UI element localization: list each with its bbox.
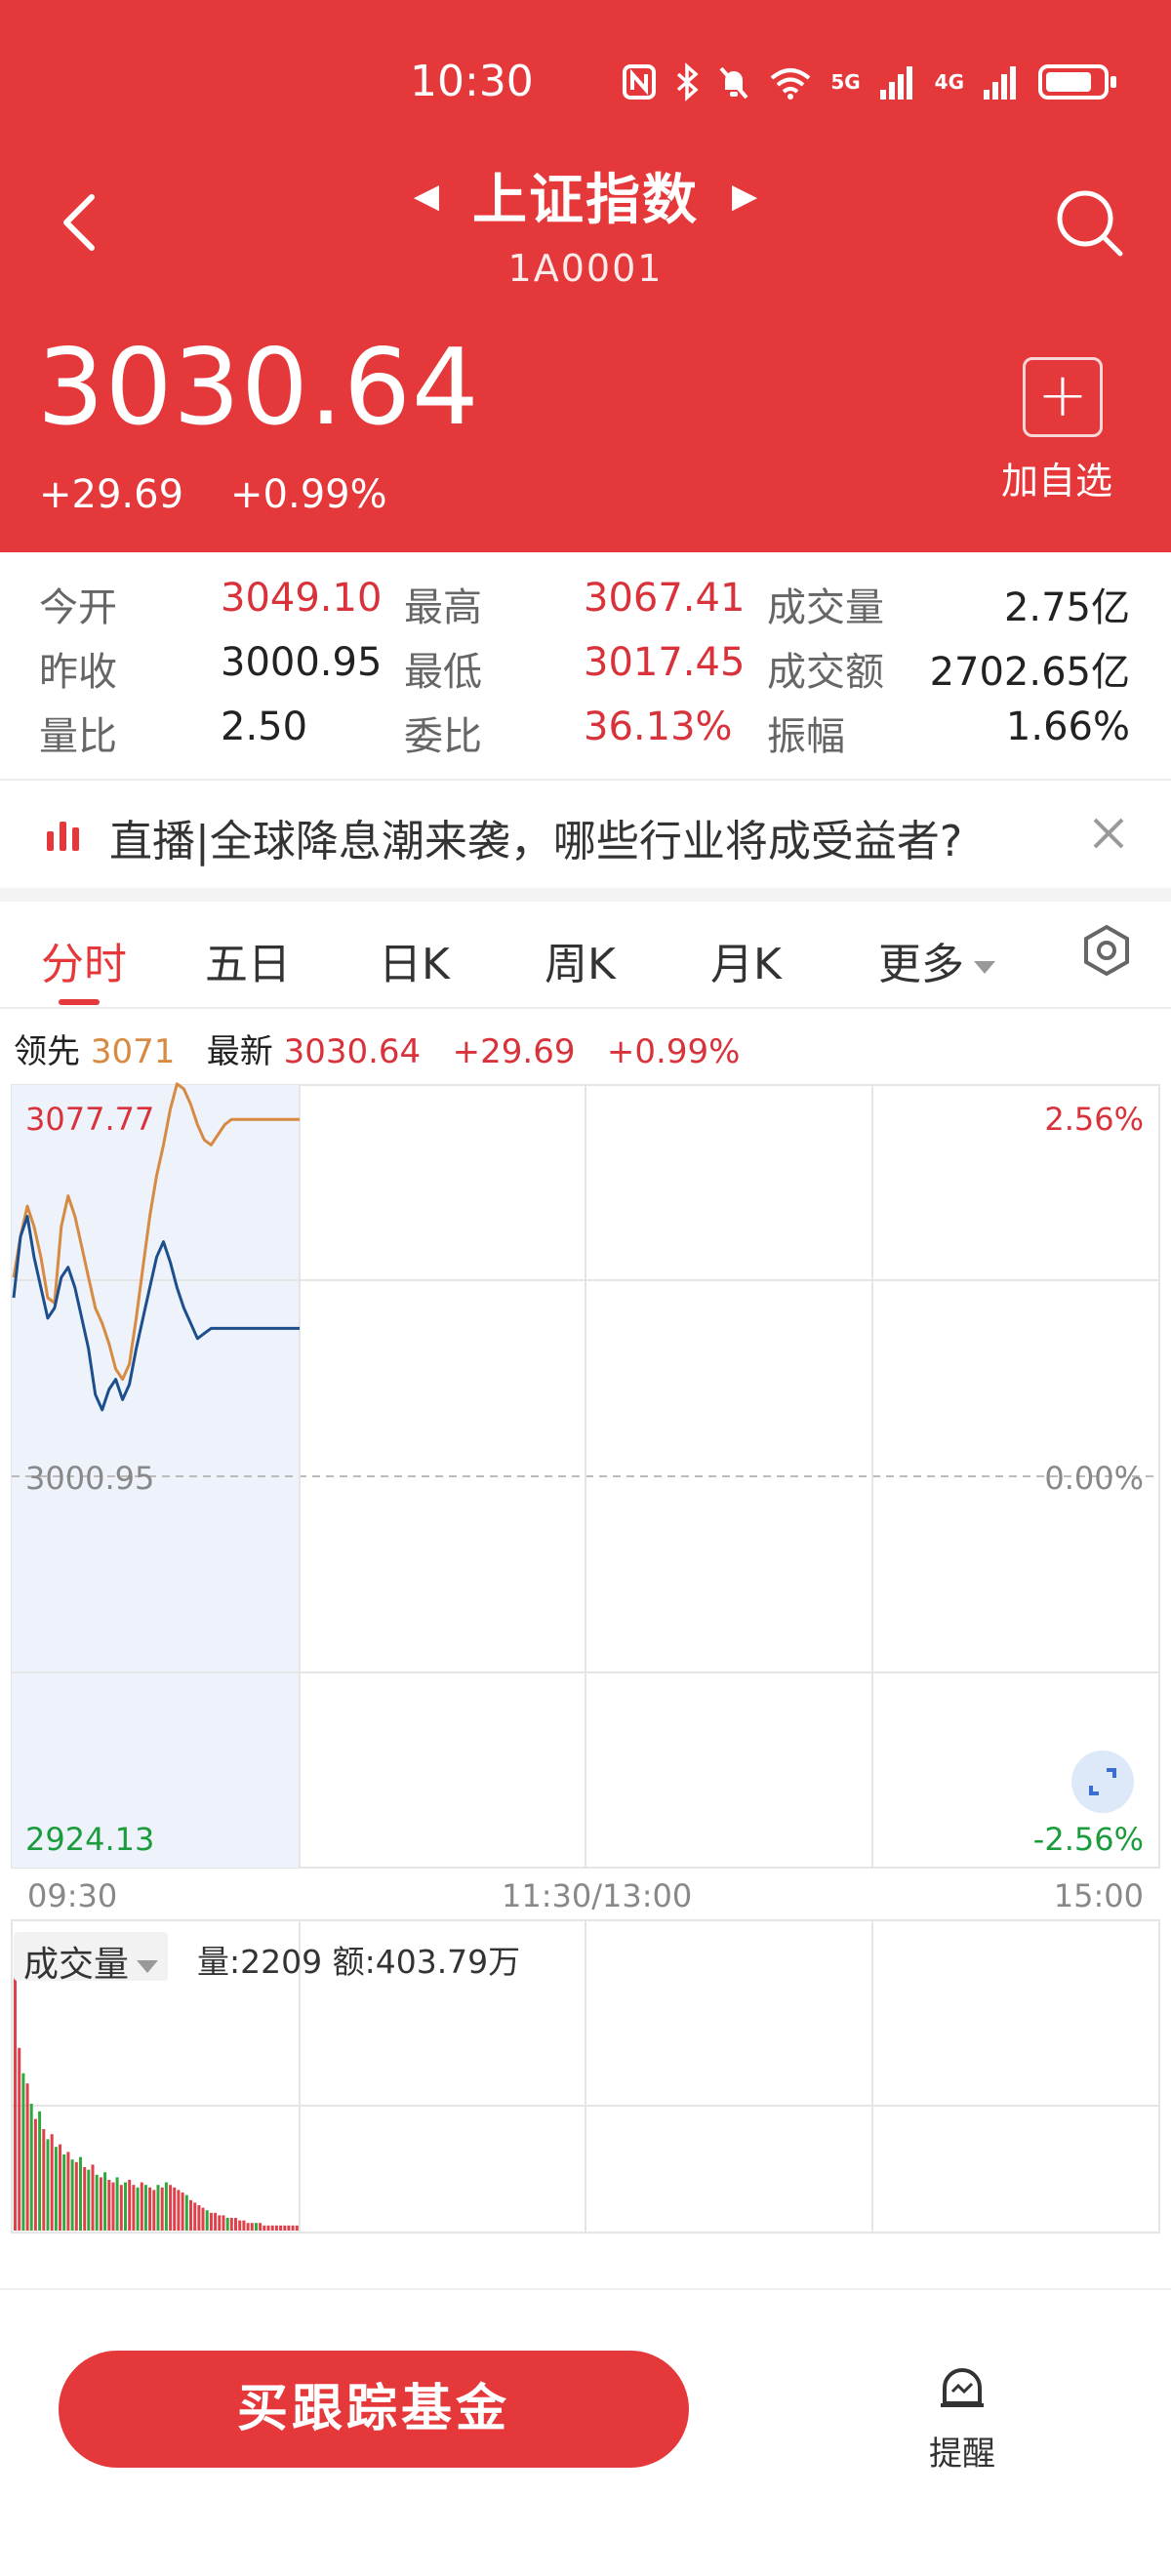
volume-bar: [193, 2202, 197, 2231]
fullscreen-button[interactable]: [1071, 1751, 1134, 1813]
alarm-bell-icon: [941, 2368, 984, 2407]
volume-bar: [189, 2199, 192, 2231]
volume-bar: [38, 2111, 42, 2231]
volume-bar: [274, 2225, 278, 2231]
volume-bar: [238, 2220, 242, 2231]
volume-bar: [255, 2223, 258, 2231]
volume-indicator-label: 成交量: [23, 1945, 130, 1985]
volume-bar: [83, 2167, 87, 2231]
volume-indicator-select[interactable]: 成交量: [14, 1932, 169, 1985]
time-axis-mid: 11:30/13:00: [502, 1877, 693, 1914]
volume-bar: [50, 2134, 54, 2231]
volume-bar: [21, 2073, 25, 2231]
volume-bar: [14, 1977, 17, 2231]
volume-bar: [124, 2182, 127, 2231]
pct-axis-top: 2.56%: [1044, 1101, 1144, 1138]
volume-bar: [225, 2218, 229, 2231]
volume-bar: [197, 2205, 201, 2231]
volume-bar: [283, 2225, 287, 2231]
volume-bar: [246, 2223, 250, 2231]
volume-bar: [54, 2147, 58, 2231]
volume-bar: [295, 2225, 299, 2231]
volume-bar: [140, 2182, 143, 2231]
volume-bar: [46, 2139, 50, 2231]
volume-bar: [66, 2152, 70, 2231]
reminder-label: 提醒: [929, 2435, 995, 2474]
volume-bar: [279, 2225, 283, 2231]
volume-bar: [111, 2182, 115, 2231]
fullscreen-icon: [1089, 1768, 1116, 1795]
volume-bar: [99, 2177, 102, 2231]
volume-bar: [173, 2187, 177, 2231]
pct-axis-bottom: -2.56%: [1032, 1821, 1144, 1858]
volume-bar: [205, 2210, 209, 2231]
volume-bar: [132, 2185, 136, 2231]
volume-bar: [103, 2172, 107, 2231]
buy-tracking-fund-button[interactable]: 买跟踪基金: [59, 2351, 689, 2468]
volume-bar: [181, 2193, 184, 2231]
volume-bar: [169, 2185, 173, 2231]
volume-bar: [242, 2220, 246, 2231]
volume-bar: [250, 2223, 254, 2231]
volume-bar: [70, 2159, 74, 2231]
volume-bar: [266, 2225, 270, 2231]
time-axis-start: 09:30: [27, 1877, 118, 1914]
volume-bar: [29, 2104, 33, 2231]
volume-bar: [87, 2169, 91, 2231]
volume-bar: [25, 2083, 29, 2231]
volume-bar: [115, 2177, 119, 2231]
time-axis-end: 15:00: [1053, 1877, 1144, 1914]
volume-bar: [148, 2187, 152, 2231]
volume-bar: [152, 2190, 156, 2231]
volume-bar: [136, 2187, 140, 2231]
volume-bar: [218, 2215, 222, 2231]
intraday-price-chart[interactable]: [0, 0, 1171, 2288]
volume-bar: [91, 2164, 95, 2231]
reminder-button[interactable]: 提醒: [923, 2362, 1001, 2475]
volume-bar: [291, 2225, 295, 2231]
volume-bar: [287, 2225, 291, 2231]
volume-bar: [177, 2190, 181, 2231]
volume-bar: [160, 2187, 164, 2231]
volume-bar: [119, 2185, 123, 2231]
volume-info: 量:2209 额:403.79万: [197, 1943, 521, 1981]
volume-bar: [234, 2218, 237, 2231]
volume-bar: [270, 2225, 274, 2231]
volume-bar: [79, 2156, 82, 2231]
volume-bar: [74, 2161, 78, 2231]
volume-bar: [156, 2185, 160, 2231]
volume-bar: [164, 2182, 168, 2231]
volume-bar: [201, 2207, 205, 2231]
volume-bar: [42, 2129, 46, 2231]
volume-bar: [184, 2194, 188, 2231]
volume-bar: [59, 2144, 61, 2231]
volume-bar: [222, 2215, 225, 2231]
volume-bar: [214, 2212, 218, 2231]
volume-bar: [33, 2118, 37, 2231]
price-axis-mid: 3000.95: [25, 1460, 155, 1497]
volume-bar: [95, 2174, 99, 2231]
volume-bar: [209, 2212, 213, 2231]
bottom-action-bar: 买跟踪基金 提醒: [0, 2288, 1171, 2576]
volume-bar: [262, 2225, 266, 2231]
volume-bar: [18, 2047, 21, 2231]
volume-bar: [128, 2180, 132, 2231]
volume-bar: [143, 2185, 147, 2231]
volume-bar: [229, 2218, 233, 2231]
volume-bar: [107, 2180, 111, 2231]
price-axis-top: 3077.77: [25, 1101, 155, 1138]
volume-bar: [259, 2223, 262, 2231]
caret-down-icon: [137, 1959, 159, 1973]
volume-bar: [62, 2154, 66, 2231]
price-axis-bottom: 2924.13: [25, 1821, 155, 1858]
pct-axis-mid: 0.00%: [1044, 1460, 1144, 1497]
